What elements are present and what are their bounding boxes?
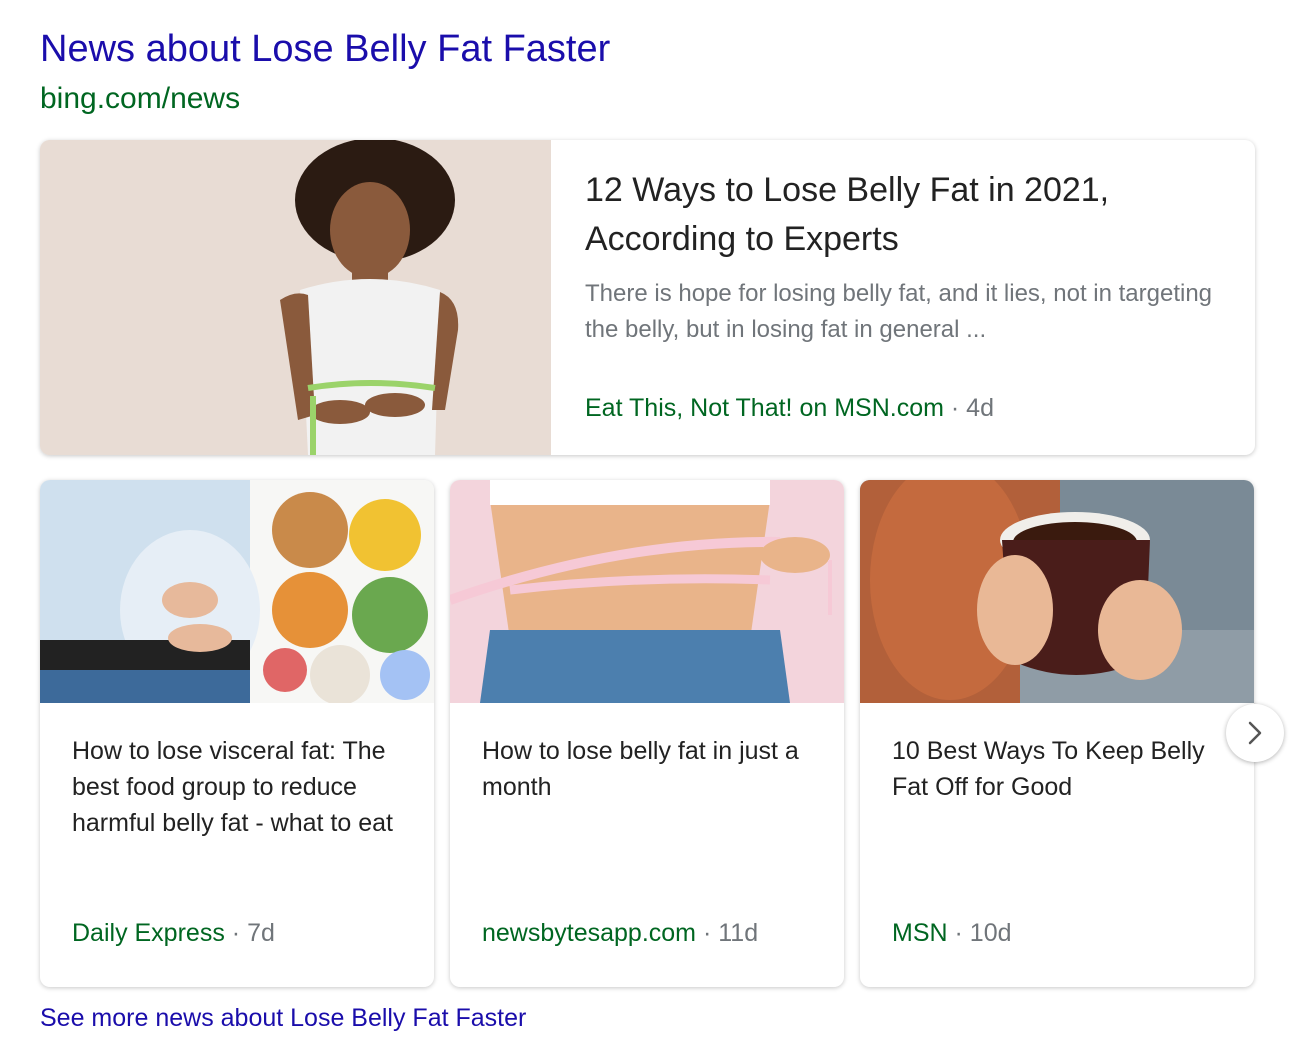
- hero-news-image: [40, 140, 551, 455]
- news-thumbnail-tape-measure: [450, 480, 844, 703]
- news-source: MSN: [892, 919, 948, 947]
- meta-separator: ·: [702, 919, 712, 947]
- news-age: 7d: [247, 919, 275, 947]
- news-source: newsbytesapp.com: [482, 919, 697, 947]
- news-card-title[interactable]: How to lose visceral fat: The best food …: [72, 733, 412, 841]
- meta-separator: ·: [950, 394, 960, 422]
- hero-news-card[interactable]: 12 Ways to Lose Belly Fat in 2021, Accor…: [40, 140, 1255, 455]
- hero-meta: Eat This, Not That! on MSN.com · 4d: [585, 394, 994, 423]
- hero-source: Eat This, Not That! on MSN.com: [585, 394, 944, 422]
- news-card-meta: Daily Express · 7d: [72, 919, 275, 948]
- see-more-news-link[interactable]: See more news about Lose Belly Fat Faste…: [40, 1004, 526, 1033]
- hero-headline[interactable]: 12 Ways to Lose Belly Fat in 2021, Accor…: [585, 166, 1225, 264]
- news-thumbnail-food: [40, 480, 434, 703]
- hero-age: 4d: [966, 394, 994, 422]
- carousel-next-button[interactable]: [1226, 704, 1284, 762]
- news-card[interactable]: 10 Best Ways To Keep Belly Fat Off for G…: [860, 480, 1254, 987]
- news-thumbnail-tea-cup: [860, 480, 1254, 703]
- news-age: 11d: [718, 919, 759, 947]
- hero-snippet: There is hope for losing belly fat, and …: [585, 280, 1213, 343]
- news-section-title[interactable]: News about Lose Belly Fat Faster: [40, 28, 610, 71]
- news-source: Daily Express: [72, 919, 225, 947]
- news-card-title[interactable]: How to lose belly fat in just a month: [482, 733, 822, 805]
- chevron-right-icon: [1248, 721, 1262, 745]
- news-card-meta: newsbytesapp.com · 11d: [482, 919, 758, 948]
- section-url: bing.com/news: [40, 82, 241, 115]
- news-card[interactable]: How to lose visceral fat: The best food …: [40, 480, 434, 987]
- news-card-meta: MSN · 10d: [892, 919, 1012, 948]
- meta-separator: ·: [954, 919, 963, 947]
- meta-separator: ·: [231, 919, 241, 947]
- news-card-title[interactable]: 10 Best Ways To Keep Belly Fat Off for G…: [892, 733, 1232, 805]
- news-age: 10d: [969, 919, 1012, 947]
- news-card[interactable]: How to lose belly fat in just a month ne…: [450, 480, 844, 987]
